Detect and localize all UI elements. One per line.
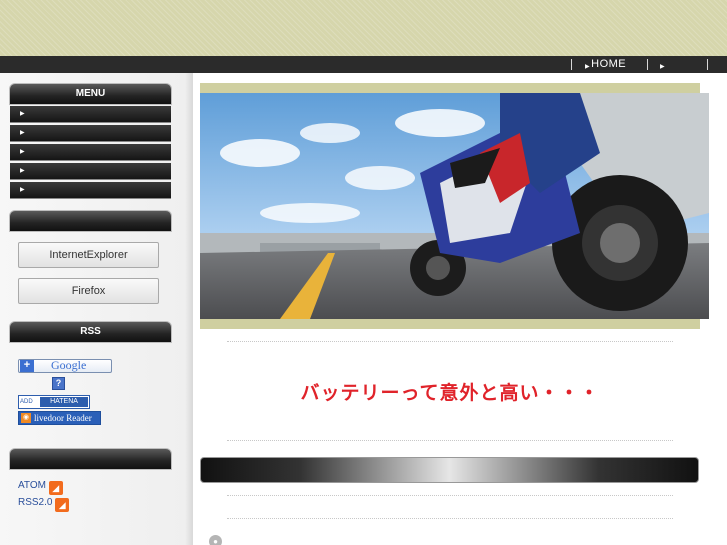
arrow-right-icon: ▶ (20, 130, 25, 136)
top-nav-bar: ▶HOME ▶ (0, 56, 727, 73)
divider (227, 495, 673, 496)
site-header (0, 0, 727, 56)
menu-item-3[interactable]: ▶ (10, 144, 171, 161)
help-icon[interactable]: ? (52, 377, 65, 390)
hero-motorcycle-image (200, 93, 709, 319)
nav-link-2[interactable]: ▶ (660, 58, 666, 74)
nav-separator (647, 59, 648, 70)
google-add-button[interactable]: + Google (18, 359, 112, 373)
nav-home-label: HOME (591, 58, 627, 70)
arrow-right-icon: ▶ (20, 149, 25, 155)
arrow-right-icon: ▶ (20, 187, 25, 193)
arrow-right-icon: ▶ (660, 64, 666, 70)
rss2-feed-link[interactable]: RSS2.0 ◢ (18, 497, 70, 512)
livedoor-label: livedoor Reader (34, 413, 92, 423)
hatena-icon: ADD (20, 399, 33, 405)
arrow-right-icon: ▶ (20, 168, 25, 174)
internet-explorer-button[interactable]: InternetExplorer (18, 242, 159, 268)
rss-feed-icon: ◢ (48, 481, 63, 495)
menu-item-2[interactable]: ▶ (10, 125, 171, 142)
feeds-heading (9, 448, 172, 470)
hatena-label: HATENA (40, 397, 88, 407)
arrow-right-icon: ▶ (20, 111, 25, 117)
menu-heading: MENU (9, 83, 172, 105)
google-label: Google (51, 358, 87, 372)
atom-label: ATOM (18, 480, 46, 491)
bullet-icon: ● (209, 535, 222, 545)
menu-item-5[interactable]: ▶ (10, 182, 171, 199)
google-add-icon: + (20, 360, 34, 372)
nav-home-link[interactable]: ▶HOME (585, 58, 626, 74)
livedoor-icon: ◉ (21, 413, 31, 423)
rss-feed-icon: ◢ (55, 498, 70, 512)
divider (227, 341, 673, 342)
rss-heading: RSS (9, 321, 172, 343)
rss2-label: RSS2.0 (18, 497, 53, 508)
arrow-right-icon: ▶ (585, 64, 591, 70)
tagline: バッテリーって意外と高い・・・ (300, 383, 600, 404)
atom-feed-link[interactable]: ATOM ◢ (18, 480, 63, 495)
nav-separator (707, 59, 708, 70)
firefox-button[interactable]: Firefox (18, 278, 159, 304)
content-title-bar (200, 457, 699, 483)
browser-section-heading (9, 210, 172, 232)
divider (227, 440, 673, 441)
menu-item-1[interactable]: ▶ (10, 106, 171, 123)
nav-separator (571, 59, 572, 70)
hatena-rss-button[interactable]: ADD HATENA (18, 395, 90, 409)
livedoor-reader-button[interactable]: ◉ livedoor Reader (18, 411, 101, 425)
menu-item-4[interactable]: ▶ (10, 163, 171, 180)
divider (227, 518, 673, 519)
